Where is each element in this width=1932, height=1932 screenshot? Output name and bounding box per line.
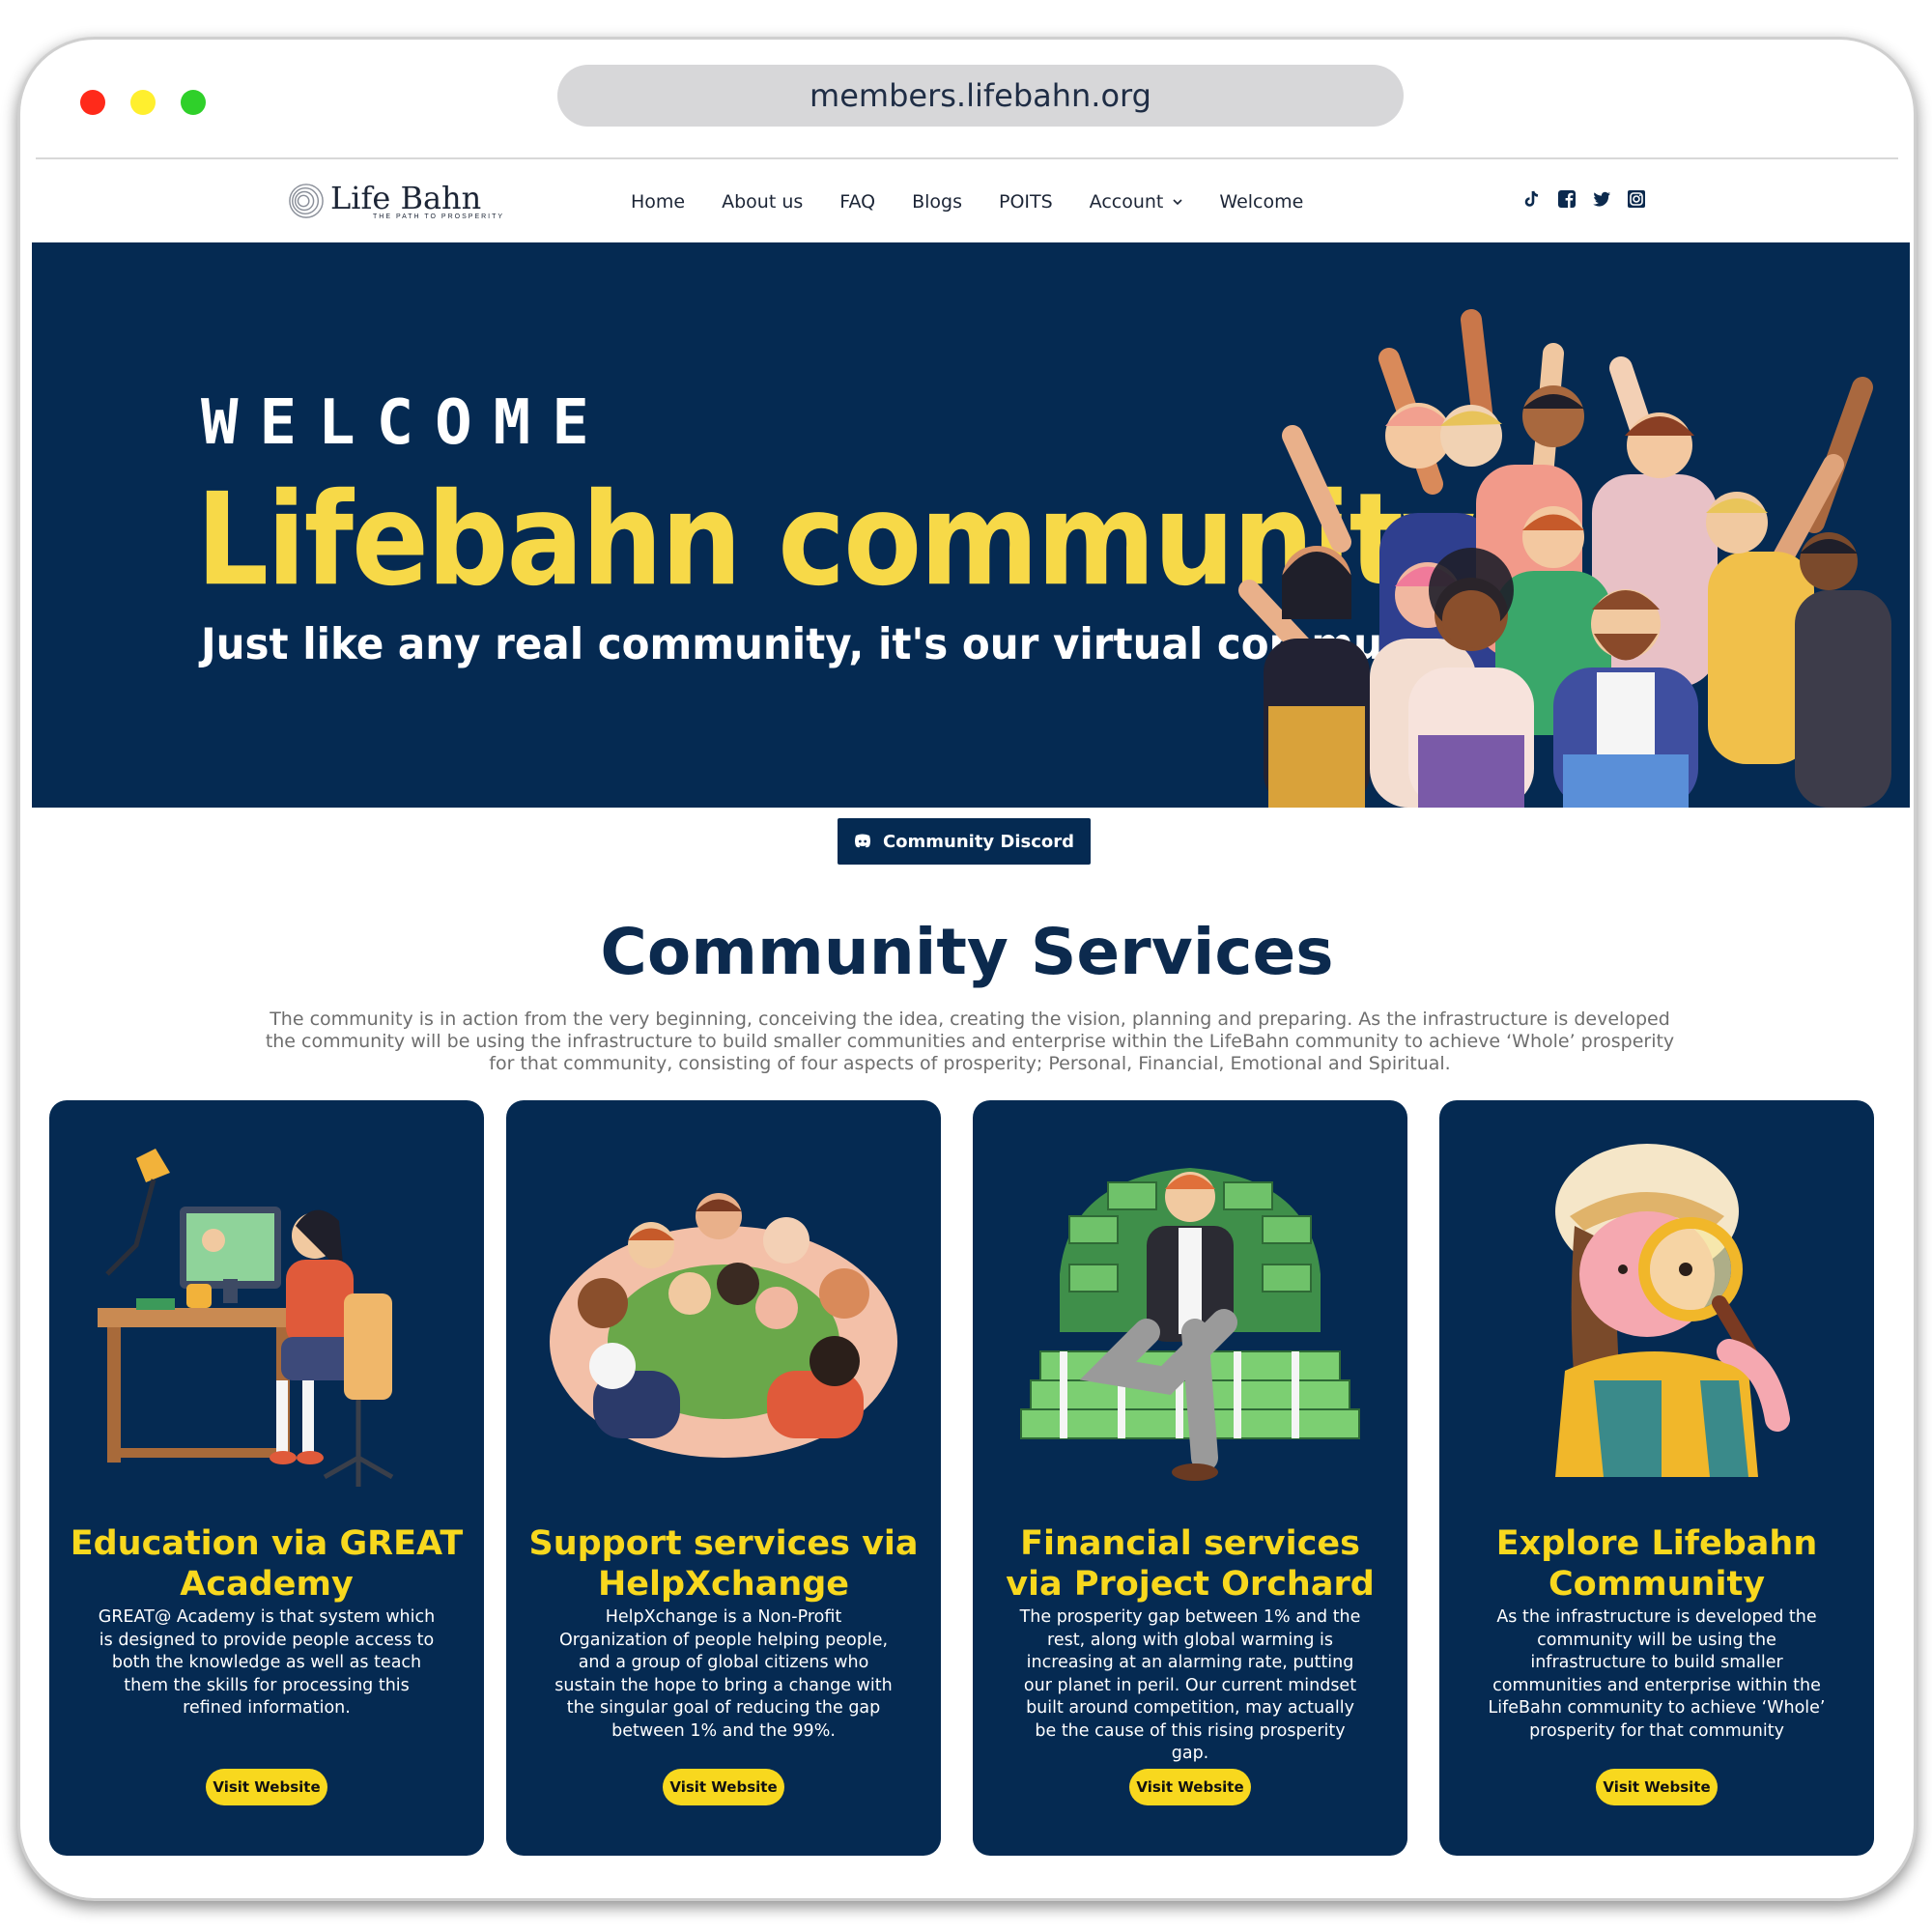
browser-window: members.lifebahn.org Life Bahn THE PATH … — [17, 37, 1917, 1901]
site-header: Life Bahn THE PATH TO PROSPERITY Home Ab… — [20, 161, 1914, 242]
site-logo[interactable]: Life Bahn THE PATH TO PROSPERITY — [288, 179, 504, 223]
nav-faq[interactable]: FAQ — [839, 191, 875, 213]
address-bar[interactable]: members.lifebahn.org — [557, 65, 1404, 127]
hero-banner: WELCOME Lifebahn community Just like any… — [32, 242, 1910, 808]
close-window-button[interactable] — [80, 90, 105, 115]
twitter-icon[interactable] — [1591, 188, 1612, 210]
nav-welcome[interactable]: Welcome — [1219, 191, 1303, 213]
nav-poits[interactable]: POITS — [999, 191, 1053, 213]
chrome-divider — [36, 157, 1898, 159]
nav-home[interactable]: Home — [631, 191, 685, 213]
nav-about-us[interactable]: About us — [722, 191, 803, 213]
maximize-window-button[interactable] — [181, 90, 206, 115]
services-title: Community Services — [600, 915, 1334, 989]
instagram-icon[interactable] — [1626, 188, 1647, 210]
logo-rings-icon — [289, 184, 324, 218]
visit-website-button[interactable]: Visit Website — [1129, 1769, 1251, 1805]
money-throne-illustration — [1020, 1168, 1360, 1481]
card-description: GREAT@ Academy is that system which is d… — [98, 1607, 436, 1718]
card-title: Education via GREAT Academy — [70, 1524, 464, 1604]
browser-chrome: members.lifebahn.org — [20, 40, 1914, 160]
services-intro: The community is in action from the very… — [265, 1009, 1675, 1074]
nav-account[interactable]: Account — [1090, 191, 1183, 213]
hero-kicker: WELCOME — [201, 387, 611, 459]
community-discord-button[interactable]: Community Discord — [838, 818, 1091, 865]
visit-website-button[interactable]: Visit Website — [663, 1769, 784, 1805]
card-title: Support services via HelpXchange — [528, 1524, 919, 1604]
nav-blogs[interactable]: Blogs — [912, 191, 962, 213]
minimize-window-button[interactable] — [130, 90, 156, 115]
social-links — [1521, 188, 1661, 210]
service-card-education: Education via GREAT Academy GREAT@ Acade… — [49, 1100, 484, 1856]
nav-account-label: Account — [1089, 191, 1164, 213]
student-desk-illustration — [98, 1149, 394, 1487]
tiktok-icon[interactable] — [1521, 188, 1543, 210]
card-title: Explore Lifebahn Community — [1495, 1524, 1818, 1604]
service-card-financial: Financial services via Project Orchard T… — [973, 1100, 1407, 1856]
card-description: The prosperity gap between 1% and the re… — [1019, 1607, 1361, 1763]
discord-label: Community Discord — [882, 831, 1075, 852]
service-card-support: Support services via HelpXchange HelpXch… — [506, 1100, 941, 1856]
card-title: Financial services via Project Orchard — [1006, 1524, 1375, 1604]
service-card-explore: Explore Lifebahn Community As the infras… — [1439, 1100, 1874, 1856]
crowd-illustration — [1238, 309, 1891, 808]
facebook-icon[interactable] — [1556, 188, 1577, 210]
discord-icon — [854, 834, 870, 848]
group-hug-illustration — [550, 1193, 897, 1458]
card-description: HelpXchange is a Non-Profit Organization… — [554, 1607, 893, 1741]
main-menu: Home About us FAQ Blogs POITS Account We… — [631, 161, 1340, 242]
visit-website-button[interactable]: Visit Website — [206, 1769, 327, 1805]
visit-website-button[interactable]: Visit Website — [1596, 1769, 1718, 1805]
chevron-down-icon — [1173, 199, 1182, 206]
brand-tagline: THE PATH TO PROSPERITY — [373, 213, 505, 220]
url-text: members.lifebahn.org — [810, 77, 1151, 114]
card-description: As the infrastructure is developed the c… — [1488, 1607, 1826, 1741]
brand-name: Life Bahn — [330, 179, 482, 216]
explorer-magnifier-illustration — [1555, 1144, 1790, 1477]
